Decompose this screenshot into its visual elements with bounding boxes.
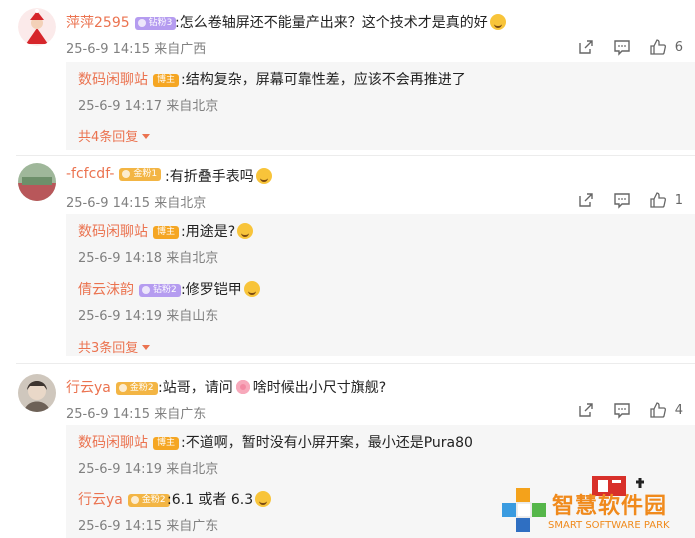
smile-emoji-icon — [489, 14, 506, 30]
reply-username-text[interactable]: 数码闲聊站 — [78, 224, 148, 240]
reply-username[interactable]: 数码闲聊站 博主 — [78, 69, 180, 89]
username-text[interactable]: 萍萍2595 — [66, 15, 130, 31]
like-count: 6 — [674, 39, 683, 55]
comment-actions: 4 — [559, 400, 683, 420]
thumbs-up-icon — [650, 192, 666, 208]
like-button[interactable]: 4 — [649, 401, 683, 419]
dog-emoji-icon — [255, 168, 272, 184]
share-icon — [579, 193, 593, 207]
username[interactable]: -fcfcdf- 金粉1 — [66, 166, 162, 182]
comment-icon — [614, 193, 630, 209]
watermark-subtitle: SMART SOFTWARE PARK — [548, 520, 670, 531]
comment-text: :有折叠手表吗 — [165, 166, 272, 186]
like-count: 1 — [674, 192, 683, 208]
username[interactable]: 行云ya 金粉2 — [66, 377, 158, 397]
reply-text: :不道啊，暂时没有小屏开案，最小还是Pura80 — [181, 435, 473, 451]
comment-actions: 6 — [559, 37, 683, 57]
reply-username-text[interactable]: 数码闲聊站 — [78, 72, 148, 88]
comment-meta: 25-6-9 14:15 来自广西 — [66, 42, 207, 57]
comment-actions: 1 — [559, 190, 683, 210]
more-replies-text[interactable]: 共4条回复 — [78, 130, 138, 145]
comment-button[interactable] — [613, 191, 631, 209]
comment-text: :怎么卷轴屏还不能量产出来？这个技术才是真的好 — [175, 12, 506, 32]
host-badge: 博主 — [153, 226, 180, 239]
divider — [16, 155, 695, 156]
username-text[interactable]: -fcfcdf- — [66, 166, 114, 182]
reply-text-content: :修罗铠甲 — [181, 282, 242, 298]
more-replies-link[interactable]: 共4条回复 — [78, 126, 151, 145]
reply-text: :结构复杂，屏幕可靠性差，应该不会再推进了 — [181, 72, 466, 88]
like-button[interactable]: 6 — [649, 38, 683, 56]
comment-button[interactable] — [613, 38, 631, 56]
reply-text: :6.1 或者 6.3 — [167, 489, 272, 509]
flower-emoji-icon — [235, 380, 250, 394]
caret-down-icon — [142, 134, 151, 139]
comment-text-content: :有折叠手表吗 — [165, 169, 254, 185]
reply-meta: 25-6-9 14:19 来自北京 — [78, 462, 219, 477]
username-text[interactable]: 行云ya — [66, 380, 111, 396]
crying-emoji-icon — [255, 491, 272, 507]
logo-icon — [502, 488, 546, 532]
comment-text-before: :站哥，请问 — [158, 380, 233, 396]
thumbs-up-icon — [650, 39, 666, 55]
more-replies-link[interactable]: 共3条回复 — [78, 337, 151, 356]
comment-meta: 25-6-9 14:15 来自广东 — [66, 407, 207, 422]
reply-username[interactable]: 倩云沫韵 钻粉2 — [78, 279, 181, 299]
caret-down-icon — [142, 345, 151, 350]
avatar[interactable] — [18, 8, 56, 46]
dog-emoji-icon — [237, 223, 254, 239]
comment-text-content: :怎么卷轴屏还不能量产出来？这个技术才是真的好 — [175, 15, 488, 31]
reply-username-text[interactable]: 行云ya — [78, 492, 123, 508]
reply-text: :修罗铠甲 — [181, 279, 260, 299]
host-badge: 博主 — [153, 74, 180, 87]
comment-icon — [614, 40, 630, 56]
more-replies-text[interactable]: 共3条回复 — [78, 341, 138, 356]
divider — [16, 363, 695, 364]
thumbs-up-icon — [650, 402, 666, 418]
reply-meta: 25-6-9 14:15 来自广东 — [78, 519, 219, 534]
watermark-title: 智慧软件园 — [552, 494, 668, 519]
avatar[interactable] — [18, 374, 56, 412]
share-icon — [579, 403, 593, 417]
fan-badge: 钻粉2 — [139, 284, 181, 297]
comment-text: :站哥，请问 啥时候出小尺寸旗舰? — [158, 377, 386, 397]
comment-icon — [614, 403, 630, 419]
username[interactable]: 萍萍2595 钻粉3 — [66, 12, 177, 32]
fan-badge: 金粉1 — [119, 168, 162, 181]
fan-badge: 金粉2 — [127, 494, 170, 507]
reply-username-text[interactable]: 数码闲聊站 — [78, 435, 148, 451]
reply-meta: 25-6-9 14:17 来自北京 — [78, 99, 219, 114]
comment-button[interactable] — [613, 401, 631, 419]
host-badge: 博主 — [153, 437, 180, 450]
share-button[interactable] — [577, 38, 595, 56]
reply-meta: 25-6-9 14:18 来自北京 — [78, 251, 219, 266]
reply-text-content: :6.1 或者 6.3 — [167, 492, 254, 508]
share-button[interactable] — [577, 401, 595, 419]
like-button[interactable]: 1 — [649, 191, 683, 209]
reply-text-content: :用途是? — [181, 224, 236, 240]
reply-username[interactable]: 行云ya 金粉2 — [78, 489, 170, 509]
reply-meta: 25-6-9 14:19 来自山东 — [78, 309, 219, 324]
reply-username[interactable]: 数码闲聊站 博主 — [78, 432, 180, 452]
comment-text-after: 啥时候出小尺寸旗舰? — [252, 380, 387, 396]
avatar[interactable] — [18, 163, 56, 201]
reply-username[interactable]: 数码闲聊站 博主 — [78, 221, 180, 241]
emoji-icon — [243, 281, 260, 297]
share-button[interactable] — [577, 191, 595, 209]
reply-text: :用途是? — [181, 221, 254, 241]
share-icon — [579, 40, 593, 54]
fan-badge: 金粉2 — [115, 382, 158, 395]
comment-meta: 25-6-9 14:15 来自北京 — [66, 196, 207, 211]
reply-username-text[interactable]: 倩云沫韵 — [78, 282, 134, 298]
watermark-logo: 智慧软件园 SMART SOFTWARE PARK — [500, 474, 695, 538]
fan-badge: 钻粉3 — [134, 17, 177, 30]
like-count: 4 — [674, 402, 683, 418]
